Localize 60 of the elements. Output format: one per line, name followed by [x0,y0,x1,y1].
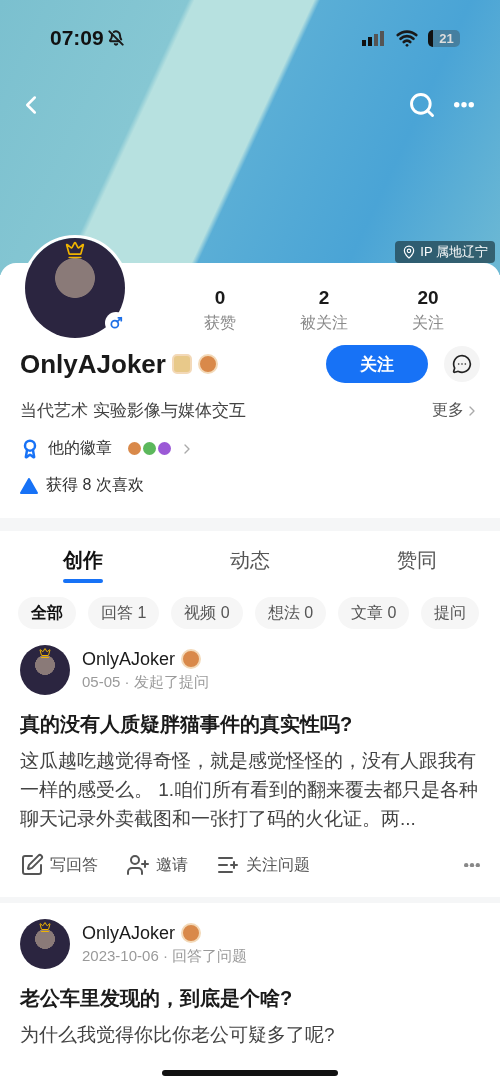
bell-off-icon [107,30,124,46]
message-button[interactable] [444,346,480,382]
author-name[interactable]: OnlyAJoker [82,922,176,944]
follow-button[interactable]: 关注 [326,345,428,383]
signal-icon [362,30,386,46]
filter-chip[interactable]: 视频 0 [171,597,243,629]
profile-bio: 当代艺术 实验影像与媒体交互 [20,400,246,422]
status-time: 07:09 [50,26,104,50]
triangle-icon [20,477,38,494]
tab[interactable]: 创作 [0,531,167,587]
avatar[interactable] [20,645,70,695]
stat-value: 0 [214,287,226,309]
chat-icon [452,354,472,374]
post-title[interactable]: 真的没有人质疑胖猫事件的真实性吗? [20,711,480,738]
filter-chip[interactable]: 想法 0 [254,597,327,629]
tab[interactable]: 动态 [166,531,334,587]
action-button[interactable]: 写回答 [20,853,98,877]
badges-label: 他的徽章 [48,438,112,458]
action-button[interactable]: 邀请 [126,853,188,877]
post-title[interactable]: 老公车里发现的，到底是个啥? [20,985,480,1012]
filter-chip[interactable]: 回答 1 [88,597,160,629]
likes-count: 获得 8 次喜欢 [46,475,144,495]
more-icon [464,862,480,868]
avatar[interactable] [20,919,70,969]
more-icon [454,102,474,108]
wifi-icon [396,27,418,49]
stat-label: 被关注 [300,313,348,333]
more-link[interactable]: 更多 [432,400,480,421]
stat-value: 20 [417,287,439,309]
more-options-button[interactable] [464,862,480,868]
search-icon [408,91,436,119]
user-badge-icon [181,649,202,669]
author-name[interactable]: OnlyAJoker [82,648,176,670]
filter-chip[interactable]: 文章 0 [338,597,410,629]
post-excerpt[interactable]: 为什么我觉得你比你老公可疑多了呢? [20,1020,486,1049]
stat-label: 关注 [412,313,444,333]
level-badge-icon [171,354,192,374]
stat-value: 2 [318,287,330,309]
crown-icon [39,647,51,659]
filter-chip[interactable]: 提问 [421,597,480,629]
search-button[interactable] [408,91,436,119]
profile-name: OnlyAJoker [20,348,166,380]
crown-icon [65,240,85,260]
user-badge-icon [181,923,202,943]
tab[interactable]: 赞同 [333,531,500,587]
stat-label: 获赞 [204,313,236,333]
location-pin-icon [402,245,417,259]
add-user-icon [126,853,150,877]
battery-icon: 21 [428,29,460,47]
post-meta: 05-05 · 发起了提问 [82,672,209,692]
edit-icon [20,853,44,877]
ip-location-tag: IP 属地辽宁 [395,241,495,263]
user-badge-icon [197,354,218,374]
filter-chip[interactable]: 全部 [18,597,76,629]
crown-icon [39,921,51,933]
tab-underline [63,579,104,583]
action-button[interactable]: 关注问题 [216,853,310,877]
post-excerpt[interactable]: 这瓜越吃越觉得奇怪，就是感觉怪怪的，没有人跟我有一样的感受么。 1.咱们所有看到的翻来覆去都只是各种聊天记录外卖截图和一张打了码的火化证。两... [20,746,486,833]
more-button[interactable] [454,102,474,108]
post-meta: 2023-10-06 · 回答了问题 [82,946,248,966]
